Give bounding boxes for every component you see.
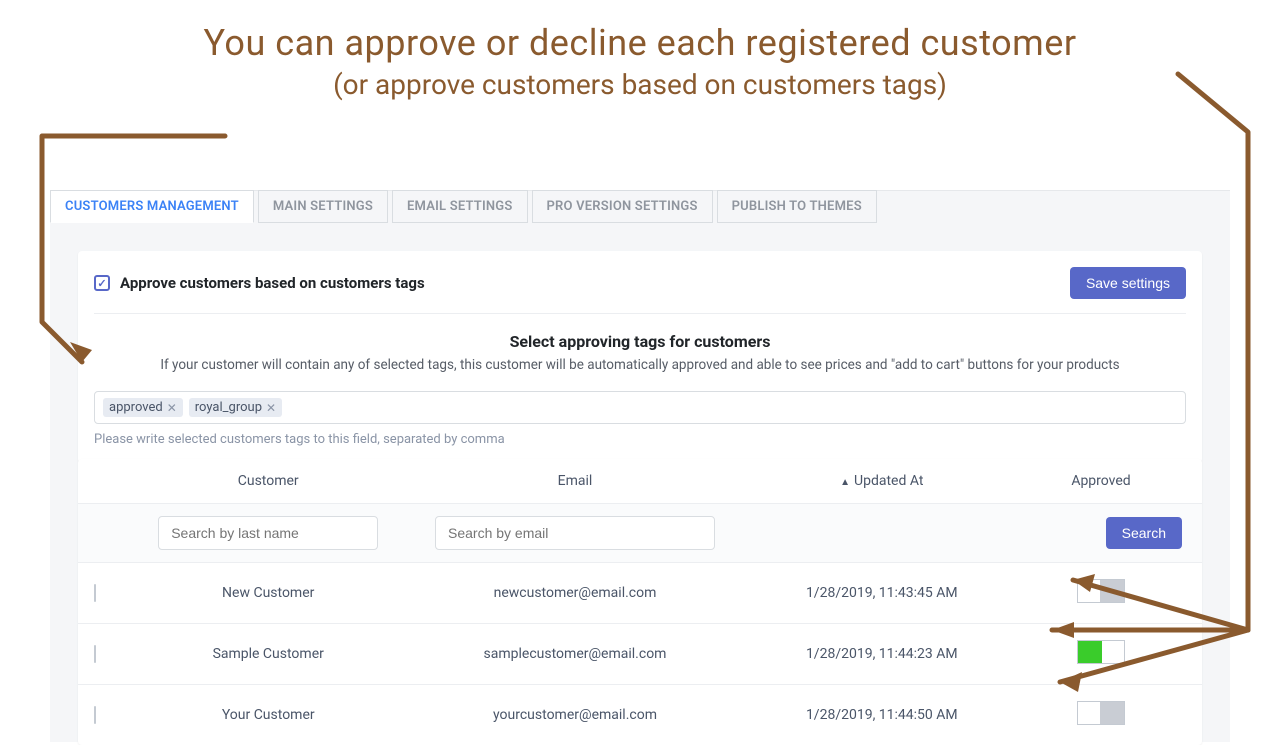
cell-email: samplecustomer@email.com	[402, 646, 747, 662]
admin-panel: CUSTOMERS MANAGEMENT MAIN SETTINGS EMAIL…	[50, 190, 1230, 742]
table-row: Your Customer yourcustomer@email.com 1/2…	[78, 685, 1202, 745]
filter-email-input[interactable]	[435, 516, 715, 550]
approve-by-tags-label: Approve customers based on customers tag…	[120, 274, 425, 292]
customers-table: Customer Email ▲Updated At Approved Sear…	[78, 459, 1202, 745]
col-header-approved[interactable]: Approved	[1016, 473, 1186, 489]
approved-toggle[interactable]	[1077, 701, 1125, 725]
approved-toggle[interactable]	[1077, 579, 1125, 603]
save-settings-button[interactable]: Save settings	[1070, 267, 1186, 299]
col-header-email[interactable]: Email	[402, 473, 747, 489]
row-checkbox[interactable]	[94, 645, 96, 663]
table-row: Sample Customer samplecustomer@email.com…	[78, 624, 1202, 685]
row-checkbox[interactable]	[94, 706, 96, 724]
approve-by-tags-checkbox[interactable]: ✓	[94, 275, 110, 291]
annotation-title: You can approve or decline each register…	[0, 22, 1280, 64]
tab-email-settings[interactable]: EMAIL SETTINGS	[392, 190, 528, 223]
cell-email: yourcustomer@email.com	[402, 707, 747, 723]
filter-row: Search	[78, 504, 1202, 563]
tag-chip-label: approved	[109, 400, 163, 415]
row-checkbox[interactable]	[94, 584, 96, 602]
tag-remove-icon[interactable]: ✕	[167, 401, 177, 415]
cell-customer: New Customer	[134, 585, 402, 601]
cell-customer: Sample Customer	[134, 646, 402, 662]
cell-updated: 1/28/2019, 11:44:23 AM	[748, 646, 1016, 662]
cell-updated: 1/28/2019, 11:44:50 AM	[748, 707, 1016, 723]
tag-remove-icon[interactable]: ✕	[266, 401, 276, 415]
select-tags-heading: Select approving tags for customers	[94, 332, 1186, 351]
tab-bar: CUSTOMERS MANAGEMENT MAIN SETTINGS EMAIL…	[50, 190, 881, 223]
approved-toggle[interactable]	[1077, 640, 1125, 664]
tab-customers-management[interactable]: CUSTOMERS MANAGEMENT	[50, 190, 254, 223]
cell-email: newcustomer@email.com	[402, 585, 747, 601]
filter-lastname-input[interactable]	[158, 516, 378, 550]
tags-settings-card: ✓ Approve customers based on customers t…	[78, 251, 1202, 463]
tab-pro-version-settings[interactable]: PRO VERSION SETTINGS	[532, 190, 713, 223]
annotation-subtitle: (or approve customers based on customers…	[0, 68, 1280, 101]
approve-by-tags-option[interactable]: ✓ Approve customers based on customers t…	[94, 274, 425, 292]
col-header-updated[interactable]: ▲Updated At	[748, 473, 1016, 489]
cell-customer: Your Customer	[134, 707, 402, 723]
tag-chip: approved ✕	[103, 398, 183, 417]
table-header: Customer Email ▲Updated At Approved	[78, 459, 1202, 504]
tab-publish-to-themes[interactable]: PUBLISH TO THEMES	[717, 190, 877, 223]
cell-updated: 1/28/2019, 11:43:45 AM	[748, 585, 1016, 601]
tab-main-settings[interactable]: MAIN SETTINGS	[258, 190, 388, 223]
search-button[interactable]: Search	[1106, 517, 1182, 549]
tag-chip: royal_group ✕	[189, 398, 282, 417]
table-row: New Customer newcustomer@email.com 1/28/…	[78, 563, 1202, 624]
col-header-customer[interactable]: Customer	[134, 473, 402, 489]
tag-chip-label: royal_group	[195, 400, 262, 415]
tags-input[interactable]: approved ✕ royal_group ✕	[94, 391, 1186, 424]
tags-hint: Please write selected customers tags to …	[94, 432, 1186, 447]
select-tags-description: If your customer will contain any of sel…	[94, 357, 1186, 373]
sort-asc-icon: ▲	[840, 477, 850, 488]
